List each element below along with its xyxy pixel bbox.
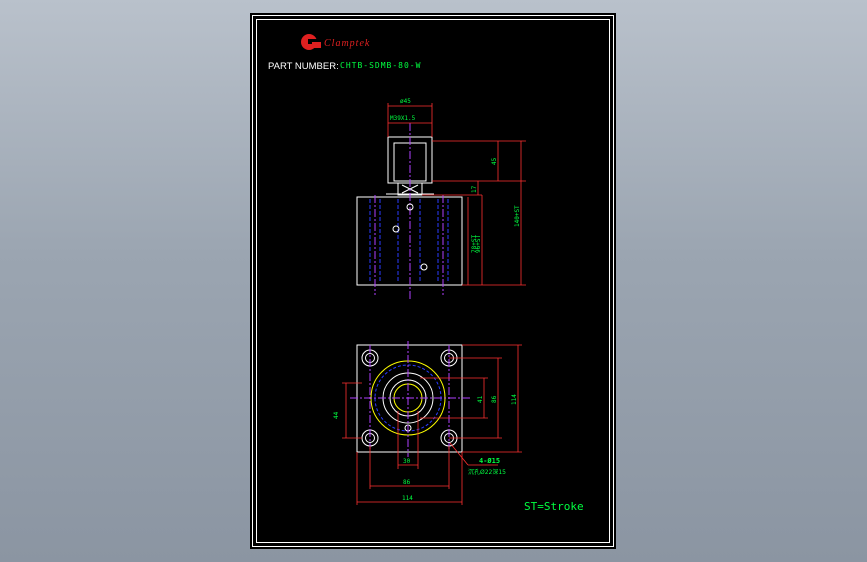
- logo-text: Clamptek: [324, 38, 370, 49]
- dim-86-horizontal: 86: [403, 479, 411, 486]
- dim-44: 44: [333, 411, 340, 419]
- counterbore-callout: 沉孔Ø22深15: [468, 468, 506, 476]
- top-dimensions: [342, 344, 522, 505]
- inner-frame: [256, 19, 610, 543]
- dim-140st: 140+ST: [514, 205, 521, 227]
- dim-thread: M39X1.5: [390, 115, 416, 122]
- dim-top-dia: ø45: [400, 98, 411, 105]
- dim-86-vertical: 86: [491, 395, 498, 403]
- cad-drawing: Clamptek PART NUMBER: CHTB-SDMB-80-W ø45…: [252, 15, 614, 547]
- part-number-value: CHTB-SDMB-80-W: [340, 61, 421, 70]
- port-bottom: [420, 263, 428, 271]
- dim-114-vertical: 114: [511, 394, 518, 405]
- dim-114-horizontal: 114: [402, 495, 413, 502]
- part-number-label: PART NUMBER:: [268, 61, 339, 72]
- hole-callout: 4-Ø15: [479, 457, 500, 465]
- dim-45: 45: [491, 157, 498, 165]
- dim-17: 17: [471, 185, 478, 193]
- dim-30: 30: [403, 458, 411, 465]
- stroke-note: ST=Stroke: [524, 500, 584, 513]
- dim-41: 41: [477, 395, 484, 403]
- side-view: [356, 123, 463, 299]
- outer-frame: [252, 15, 614, 547]
- clamptek-logo: Clamptek: [301, 34, 370, 50]
- dim-96st: 96+ST: [475, 235, 482, 253]
- drawing-sheet: Clamptek PART NUMBER: CHTB-SDMB-80-W ø45…: [250, 13, 616, 549]
